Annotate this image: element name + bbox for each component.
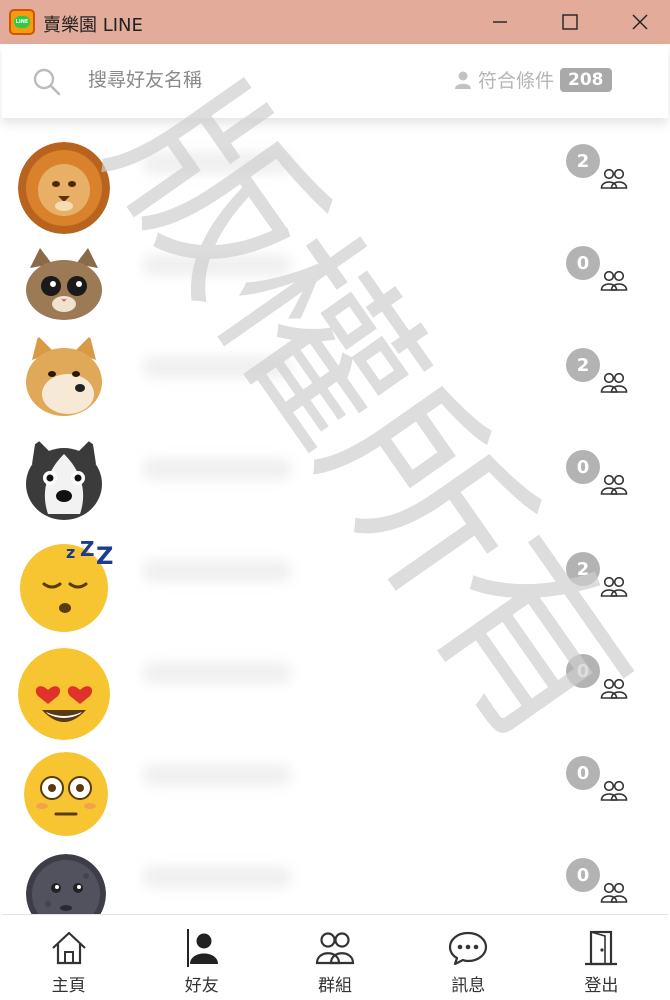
friend-row[interactable]: 0 (2, 628, 668, 740)
friend-name-blurred (142, 764, 292, 786)
minimize-icon (493, 21, 507, 23)
group-icon (600, 576, 628, 597)
nav-logout-label: 登出 (584, 976, 619, 996)
friend-row[interactable]: 2 (2, 118, 668, 234)
cat-avatar (18, 240, 110, 332)
app-logo-text: LINE (14, 16, 30, 28)
nav-home[interactable]: 主頁 (2, 915, 135, 1000)
nav-home-label: 主頁 (51, 976, 86, 996)
group-count-badge: 0 (566, 858, 600, 892)
group-icon (600, 678, 628, 699)
moon-face-avatar (26, 854, 106, 914)
active-indicator (187, 929, 190, 967)
group-icon (600, 474, 628, 495)
nav-groups[interactable]: 群組 (268, 915, 401, 1000)
group-count-badge: 2 (566, 348, 600, 382)
app-logo-icon: LINE (9, 9, 35, 35)
group-count-badge: 0 (566, 654, 600, 688)
husky-avatar (18, 434, 110, 526)
group-icon (600, 882, 628, 903)
close-icon (632, 14, 648, 30)
home-icon (51, 931, 86, 965)
match-count-badge: 208 (560, 67, 612, 92)
friend-name-blurred (142, 866, 292, 888)
group-count-badge: 2 (566, 144, 600, 178)
group-icon (600, 270, 628, 291)
maximize-button[interactable] (540, 0, 600, 44)
search-input[interactable] (88, 62, 418, 98)
group-icon (600, 372, 628, 393)
minimize-button[interactable] (470, 0, 530, 44)
title-bar: LINE 賣樂園 LINE (0, 0, 670, 44)
nav-messages-label: 訊息 (451, 976, 486, 996)
group-count-badge: 2 (566, 552, 600, 586)
friend-list: 2 0 2 0 z Z Z 2 0 0 0 (2, 118, 668, 914)
chat-bubble-icon (449, 931, 488, 966)
person-icon (455, 71, 471, 89)
bottom-nav: 主頁 好友 群組 訊息 登出 (2, 914, 668, 1000)
group-count-badge: 0 (566, 756, 600, 790)
friend-name-blurred (142, 152, 292, 174)
svg-text:Z: Z (96, 542, 113, 570)
nav-groups-label: 群組 (318, 976, 352, 996)
nav-friends[interactable]: 好友 (135, 915, 268, 1000)
group-icon (315, 932, 355, 965)
friend-name-blurred (142, 458, 292, 480)
friend-row[interactable]: z Z Z 2 (2, 526, 668, 632)
shiba-avatar (18, 330, 110, 422)
nav-friends-label: 好友 (184, 976, 219, 996)
flushed-emoji-avatar (24, 752, 108, 836)
close-button[interactable] (610, 0, 670, 44)
group-count-badge: 0 (566, 246, 600, 280)
sleepy-emoji-avatar: z Z Z (18, 537, 113, 634)
friend-name-blurred (142, 254, 292, 276)
svg-text:Z: Z (80, 537, 95, 561)
friend-name-blurred (142, 560, 292, 582)
maximize-icon (562, 14, 578, 30)
friend-name-blurred (142, 356, 292, 378)
heart-eyes-emoji-avatar (18, 648, 110, 740)
group-count-badge: 0 (566, 450, 600, 484)
door-exit-icon (585, 930, 618, 966)
group-icon (600, 168, 628, 189)
svg-text:z: z (66, 543, 75, 562)
nav-messages[interactable]: 訊息 (402, 915, 535, 1000)
friend-name-blurred (142, 662, 292, 684)
group-icon (600, 780, 628, 801)
search-icon[interactable] (33, 68, 61, 96)
search-bar: 符合條件 208 (2, 44, 668, 118)
friend-row[interactable]: 0 (2, 730, 668, 836)
match-label: 符合條件 (478, 70, 555, 92)
friend-row[interactable]: 2 (2, 322, 668, 424)
nav-logout[interactable]: 登出 (535, 915, 668, 1000)
friend-row[interactable]: 0 (2, 832, 668, 914)
window-title: 賣樂園 LINE (43, 15, 143, 36)
match-summary: 符合條件 208 (454, 66, 612, 93)
friend-row[interactable]: 0 (2, 220, 668, 332)
friend-row[interactable]: 0 (2, 424, 668, 526)
